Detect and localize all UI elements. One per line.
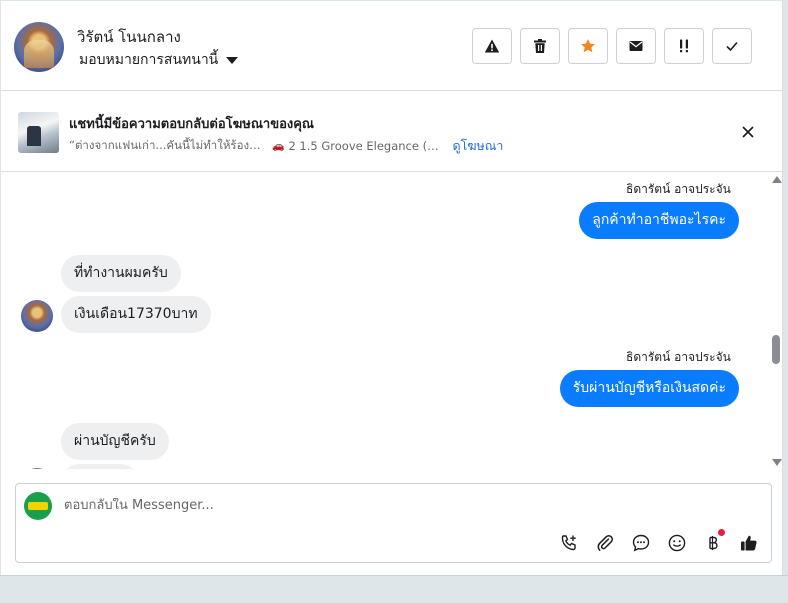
view-ad-link[interactable]: ดูโฆษณา bbox=[452, 136, 503, 156]
mark-unread-button[interactable] bbox=[616, 28, 656, 64]
call-plus-icon bbox=[561, 534, 576, 550]
outgoing-message[interactable]: รับผ่านบัญชีหรือเงินสดค่ะ bbox=[559, 370, 739, 407]
check-icon bbox=[726, 41, 738, 52]
delete-button[interactable] bbox=[520, 28, 560, 64]
scroll-up-arrow-icon[interactable] bbox=[772, 176, 782, 183]
like-button[interactable] bbox=[737, 531, 760, 554]
message-scrollbar[interactable] bbox=[769, 173, 783, 469]
follow-up-button[interactable] bbox=[664, 28, 704, 64]
reply-composer bbox=[15, 483, 772, 563]
warning-icon bbox=[484, 39, 500, 53]
window-bottom-edge bbox=[0, 575, 788, 603]
paperclip-icon bbox=[597, 534, 613, 551]
incoming-message[interactable]: เงินเดือน17370บาท bbox=[61, 296, 211, 333]
ad-reply-banner: แชทนี้มีข้อความตอบกลับต่อโฆษณาของคุณ “ต่… bbox=[1, 92, 783, 172]
composer-tools bbox=[557, 529, 760, 554]
thumbs-up-icon bbox=[740, 535, 757, 550]
call-button[interactable] bbox=[557, 531, 580, 554]
assign-conversation-dropdown[interactable]: มอบหมายการสนทนานี้ bbox=[79, 49, 239, 71]
page-avatar bbox=[24, 492, 52, 520]
attach-button[interactable] bbox=[593, 531, 616, 554]
saved-replies-button[interactable] bbox=[629, 531, 652, 554]
smiley-icon bbox=[668, 534, 685, 551]
star-button[interactable] bbox=[568, 28, 608, 64]
trash-icon bbox=[534, 39, 546, 53]
report-spam-button[interactable] bbox=[472, 28, 512, 64]
incoming-message-partial[interactable] bbox=[61, 464, 139, 469]
emoji-button[interactable] bbox=[665, 531, 688, 554]
car-icon: 🚗 bbox=[272, 140, 285, 152]
payment-button[interactable] bbox=[701, 529, 725, 554]
ad-banner-title: แชทนี้มีข้อความตอบกลับต่อโฆษณาของคุณ bbox=[69, 117, 314, 132]
contact-name[interactable]: วิรัตน์ โนนกลาง bbox=[77, 25, 181, 49]
contact-avatar-small[interactable] bbox=[21, 468, 53, 469]
incoming-message[interactable]: ผ่านบัญชีครับ bbox=[61, 423, 169, 460]
message-sender: ธิดารัตน์ อาจประจัน bbox=[626, 182, 731, 196]
ad-banner-details: “ต่างจากแฟนเก่า...คันนี้ไม่ทำให้ร้องไห้”… bbox=[69, 136, 503, 156]
conversation-header: วิรัตน์ โนนกลาง มอบหมายการสนทนานี้ bbox=[1, 1, 783, 91]
contact-avatar-small[interactable] bbox=[21, 300, 53, 332]
assign-label: มอบหมายการสนทนานี้ bbox=[79, 52, 219, 68]
conversation-panel: วิรัตน์ โนนกลาง มอบหมายการสนทนานี้ แชทนี… bbox=[1, 1, 783, 575]
scroll-down-arrow-icon[interactable] bbox=[772, 459, 782, 466]
header-actions bbox=[472, 28, 752, 64]
exclamation-icon bbox=[680, 39, 688, 53]
message-sender: ธิดารัตน์ อาจประจัน bbox=[626, 350, 731, 364]
ad-thumbnail[interactable] bbox=[18, 112, 59, 153]
message-thread: ธิดารัตน์ อาจประจัน ลูกค้าทำอาชีพอะไรคะ … bbox=[1, 173, 783, 469]
envelope-icon bbox=[629, 41, 643, 51]
notification-dot bbox=[718, 529, 725, 536]
ad-car-model: 2 1.5 Groove Elegance (Se... bbox=[288, 139, 445, 153]
ad-quote: “ต่างจากแฟนเก่า...คันนี้ไม่ทำให้ร้องไห้” bbox=[69, 138, 266, 152]
scroll-thumb[interactable] bbox=[772, 335, 780, 364]
star-icon bbox=[581, 39, 595, 53]
mark-done-button[interactable] bbox=[712, 28, 752, 64]
caret-down-icon bbox=[226, 56, 239, 64]
close-icon[interactable] bbox=[738, 122, 758, 142]
contact-avatar[interactable] bbox=[14, 22, 64, 72]
speech-bubble-icon bbox=[632, 534, 649, 552]
outgoing-message[interactable]: ลูกค้าทำอาชีพอะไรคะ bbox=[579, 202, 739, 239]
incoming-message[interactable]: ที่ทำงานผมครับ bbox=[61, 255, 181, 292]
reply-input[interactable] bbox=[64, 498, 744, 513]
